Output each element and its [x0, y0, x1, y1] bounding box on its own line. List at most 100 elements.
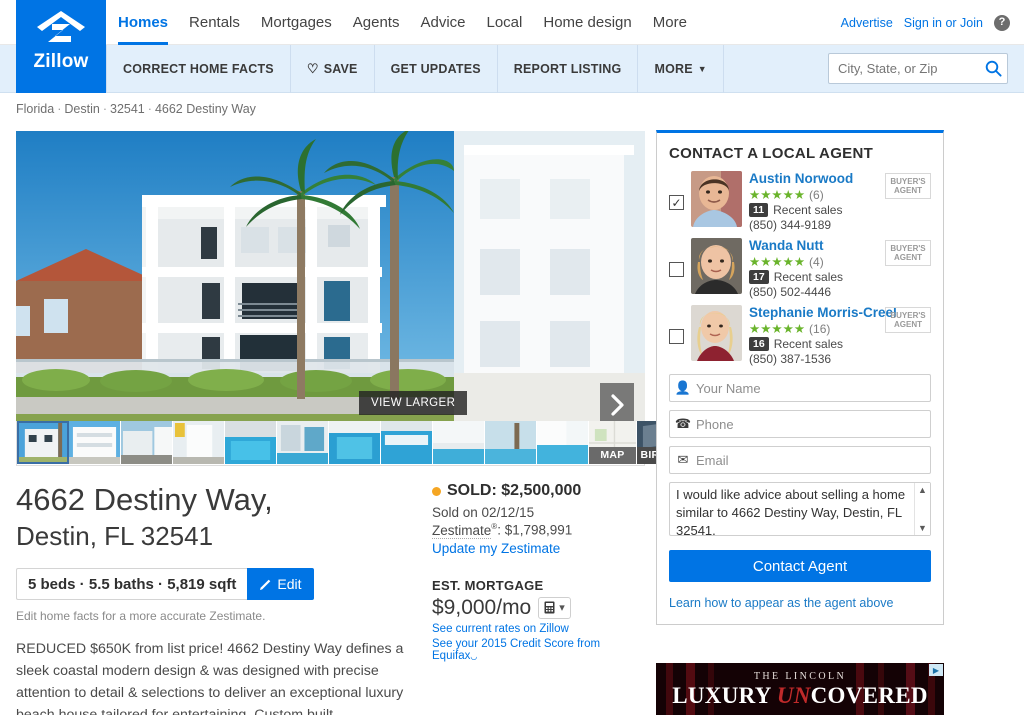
nav-item-homes[interactable]: Homes: [118, 0, 168, 45]
next-photo-preview[interactable]: [454, 131, 645, 421]
agent-photo-stephanie-morris-creel[interactable]: [691, 305, 742, 361]
calculator-caret-icon: ▾: [559, 602, 565, 614]
mortgage-title: EST. MORTGAGE: [432, 577, 544, 593]
report-listing-button[interactable]: REPORT LISTING: [498, 45, 639, 93]
textarea-scrollbar[interactable]: ▲ ▼: [914, 483, 930, 535]
mortgage-amount: $9,000/mo: [432, 595, 532, 619]
nav-item-local[interactable]: Local: [487, 0, 523, 45]
thumbnail-6[interactable]: [329, 421, 381, 464]
agent-checkbox-0[interactable]: [669, 195, 684, 210]
contact-agent-button[interactable]: Contact Agent: [669, 550, 931, 582]
agent-sales-count-1: 17: [749, 270, 769, 284]
thumbnail-4[interactable]: [225, 421, 277, 464]
caret-down-icon: ▼: [697, 64, 707, 74]
thumbnail-1[interactable]: [69, 421, 121, 464]
avatar: [691, 171, 742, 227]
home-facts-summary: 5 beds · 5.5 baths · 5,819 sqft: [16, 568, 248, 600]
thumbnail-3[interactable]: [173, 421, 225, 464]
nav-item-advice[interactable]: Advice: [420, 0, 465, 45]
agent-checkbox-1[interactable]: [669, 262, 684, 277]
scroll-down-icon[interactable]: ▼: [918, 523, 927, 533]
question-mark-icon[interactable]: ?: [994, 14, 1010, 31]
email-input[interactable]: [696, 452, 930, 468]
advertise-link[interactable]: Advertise: [841, 16, 893, 30]
get-updates-button[interactable]: GET UPDATES: [375, 45, 498, 93]
thumb-image-0: [17, 421, 68, 464]
learn-how-to-appear-link[interactable]: Learn how to appear as the agent above: [669, 596, 931, 610]
phone-input[interactable]: [696, 416, 930, 432]
thumbnail-9[interactable]: [485, 421, 537, 464]
map-label: MAP: [589, 447, 636, 464]
photo-gallery[interactable]: [16, 131, 645, 421]
calculator-icon: [544, 601, 555, 614]
thumbnail-8[interactable]: [433, 421, 485, 464]
nav-item-agents[interactable]: Agents: [353, 0, 400, 45]
house-second-image: [454, 131, 645, 421]
breadcrumb-item-state[interactable]: Florida: [16, 102, 54, 116]
thumbnail-0[interactable]: [17, 421, 69, 464]
thumbnail-7[interactable]: [381, 421, 433, 464]
see-current-rates-link[interactable]: See current rates on Zillow: [432, 623, 647, 635]
photo-thumbnail-strip[interactable]: MAP BIRD'S EYE: [16, 421, 707, 466]
nav-item-more[interactable]: More: [653, 0, 687, 45]
mortgage-calculator-button[interactable]: ▾: [538, 596, 571, 619]
edit-home-facts-button[interactable]: Edit: [247, 568, 314, 600]
external-link-icon: ◡: [470, 651, 478, 661]
breadcrumb-item-zip[interactable]: 32541: [110, 102, 145, 116]
thumb-image-7: [381, 421, 432, 464]
agent-photo-wanda-nutt[interactable]: [691, 238, 742, 294]
scroll-up-icon[interactable]: ▲: [918, 485, 927, 495]
message-textarea[interactable]: [669, 482, 931, 536]
breadcrumb-separator-3: ·: [147, 102, 152, 116]
property-action-bar: CORRECT HOME FACTS ♡ SAVE GET UPDATES RE…: [0, 45, 1024, 93]
property-actions: CORRECT HOME FACTS ♡ SAVE GET UPDATES RE…: [106, 45, 724, 93]
phone-field-wrapper: ☎: [669, 410, 931, 438]
breadcrumb-item-city[interactable]: Destin: [64, 102, 99, 116]
nav-item-rentals[interactable]: Rentals: [189, 0, 240, 45]
ad-choices-icon[interactable]: ▶: [929, 664, 943, 676]
agent-sales-0: 11 Recent sales: [749, 203, 931, 217]
see-credit-score-link[interactable]: See your 2015 Credit Score from Equifax◡: [432, 638, 647, 662]
hero-photo[interactable]: [16, 131, 454, 421]
map-thumbnail-button[interactable]: MAP: [589, 421, 637, 464]
save-button[interactable]: ♡ SAVE: [291, 45, 375, 93]
sign-in-or-join-link[interactable]: Sign in or Join: [904, 16, 983, 30]
price-column: SOLD: $2,500,000 Sold on 02/12/15 Zestim…: [432, 482, 647, 662]
mortgage-row: $9,000/mo ▾: [432, 596, 647, 620]
name-input[interactable]: [696, 380, 930, 396]
address-line-1: 4662 Destiny Way,: [16, 482, 273, 517]
zillow-logo[interactable]: Zillow: [16, 0, 106, 93]
agent-row: Stephanie Morris-Creel ★★★★★ (16) 16 Rec…: [669, 305, 931, 366]
zestimate-row: Zestimate®: $1,798,991: [432, 522, 647, 539]
agent-checkbox-2[interactable]: [669, 329, 684, 344]
page-title: 4662 Destiny Way, Destin, FL 32541: [16, 481, 416, 553]
update-zestimate-link[interactable]: Update my Zestimate: [432, 541, 647, 556]
thumb-image-3: [173, 421, 224, 464]
contact-agent-title: CONTACT A LOCAL AGENT: [669, 145, 874, 162]
next-photo-button[interactable]: [600, 383, 634, 421]
more-actions-button[interactable]: MORE ▼: [638, 45, 724, 93]
view-larger-button[interactable]: VIEW LARGER: [359, 391, 468, 415]
home-facts-row: 5 beds · 5.5 baths · 5,819 sqft Edit: [16, 568, 314, 600]
house-exterior-image: [16, 131, 454, 421]
agent-row: Wanda Nutt ★★★★★ (4) 17 Recent sales (85…: [669, 238, 931, 299]
thumbnail-10[interactable]: [537, 421, 589, 464]
thumbnail-2[interactable]: [121, 421, 173, 464]
thumb-image-5: [277, 421, 328, 464]
thumb-image-9: [485, 421, 536, 464]
correct-home-facts-button[interactable]: CORRECT HOME FACTS: [106, 45, 291, 93]
heart-icon: ♡: [306, 61, 319, 76]
nav-item-home-design[interactable]: Home design: [543, 0, 631, 45]
edit-facts-note: Edit home facts for a more accurate Zest…: [16, 609, 266, 623]
thumbnail-5[interactable]: [277, 421, 329, 464]
ad-eyebrow: THE LINCOLN: [753, 671, 847, 682]
agent-photo-austin-norwood[interactable]: [691, 171, 742, 227]
agent-sales-count-2: 16: [749, 337, 769, 351]
email-field-wrapper: ✉: [669, 446, 931, 474]
nav-item-mortgages[interactable]: Mortgages: [261, 0, 332, 45]
search-button[interactable]: [978, 53, 1008, 84]
buyers-agent-badge-1: BUYER'S AGENT: [885, 240, 931, 266]
chevron-right-icon: [611, 394, 624, 416]
zillow-wordmark: Zillow: [33, 51, 89, 72]
advertisement-banner[interactable]: THE LINCOLN LUXURY UNCOVERED ▶: [656, 663, 944, 715]
